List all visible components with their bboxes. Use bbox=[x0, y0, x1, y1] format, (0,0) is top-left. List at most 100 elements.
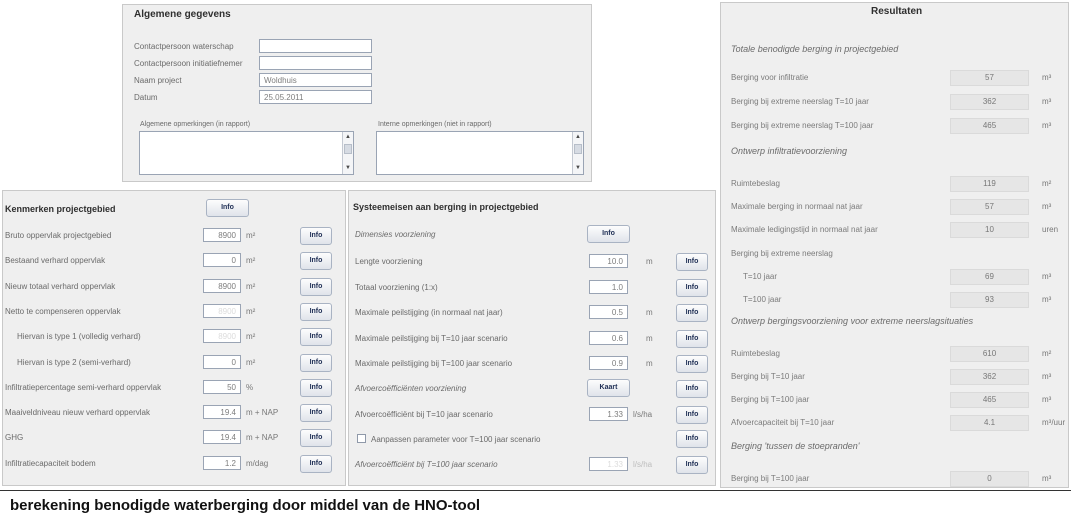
date-input[interactable]: 25.05.2011 bbox=[259, 90, 372, 104]
system-row-unit: m bbox=[646, 334, 653, 343]
results-row-unit: m³ bbox=[1042, 73, 1052, 82]
runoff10-input[interactable]: 1.33 bbox=[589, 407, 628, 421]
scroll-up-icon[interactable]: ▲ bbox=[574, 133, 582, 142]
project-row-input[interactable]: 50 bbox=[203, 380, 241, 394]
general-label-date: Datum bbox=[134, 93, 158, 102]
project-row-input[interactable]: 8900 bbox=[203, 228, 241, 242]
scroll-down-icon[interactable]: ▼ bbox=[344, 164, 352, 173]
system-row-info-button[interactable]: Info bbox=[676, 279, 708, 297]
project-row-label: Bestaand verhard oppervlak bbox=[5, 256, 106, 265]
runoff-info-button[interactable]: Info bbox=[676, 380, 708, 398]
project-row-info-button[interactable]: Info bbox=[300, 429, 332, 447]
project-row-label: Maaiveldniveau nieuw verhard oppervlak bbox=[5, 408, 150, 417]
system-title: Systeemeisen aan berging in projectgebie… bbox=[353, 202, 539, 212]
results-row-value: 119 bbox=[950, 176, 1029, 192]
project-row-input[interactable]: 19.4 bbox=[203, 405, 241, 419]
remarks-internal-textarea[interactable]: ▲ ▼ bbox=[376, 131, 584, 175]
results-group-heading: Ontwerp infiltratievoorziening bbox=[731, 146, 848, 156]
dimension-info-button[interactable]: Info bbox=[587, 225, 630, 243]
project-row-input[interactable]: 8900 bbox=[203, 279, 241, 293]
system-row-info-button[interactable]: Info bbox=[676, 330, 708, 348]
project-row-info-button[interactable]: Info bbox=[300, 404, 332, 422]
project-row-info-button[interactable]: Info bbox=[300, 328, 332, 346]
project-row-label: Bruto oppervlak projectgebied bbox=[5, 231, 112, 240]
project-row-label: Nieuw totaal verhard oppervlak bbox=[5, 282, 116, 291]
remarks-report-scrollbar[interactable]: ▲ ▼ bbox=[342, 132, 353, 174]
project-row-input[interactable]: 0 bbox=[203, 355, 241, 369]
results-row-label: Berging bij T=100 jaar bbox=[731, 395, 810, 404]
project-row-info-button[interactable]: Info bbox=[300, 354, 332, 372]
system-row-label: Maximale peilstijging bij T=100 jaar sce… bbox=[355, 359, 513, 368]
system-row-info-button[interactable]: Info bbox=[676, 253, 708, 271]
project-row-unit: m² bbox=[246, 256, 256, 265]
system-row-input[interactable]: 10.0 bbox=[589, 254, 628, 268]
adjust-t100-info-button[interactable]: Info bbox=[676, 430, 708, 448]
project-row-unit: m² bbox=[246, 231, 256, 240]
contact-initiatiefnemer-input[interactable] bbox=[259, 56, 372, 70]
caption-bar: berekening benodigde waterberging door m… bbox=[0, 490, 1071, 517]
project-row-info-button[interactable]: Info bbox=[300, 227, 332, 245]
project-row-unit: m² bbox=[246, 358, 256, 367]
results-row-unit: m³ bbox=[1042, 272, 1052, 281]
project-info-button[interactable]: Info bbox=[206, 199, 249, 217]
results-row-unit: m³ bbox=[1042, 372, 1052, 381]
system-row-label: Maximale peilstijging (in normaal nat ja… bbox=[355, 308, 503, 317]
project-row-info-button[interactable]: Info bbox=[300, 379, 332, 397]
scroll-thumb[interactable] bbox=[344, 144, 352, 154]
results-title: Resultaten bbox=[871, 6, 923, 17]
project-row-info-button[interactable]: Info bbox=[300, 278, 332, 296]
project-row-input[interactable]: 8900 bbox=[203, 304, 241, 318]
project-row-info-button[interactable]: Info bbox=[300, 252, 332, 270]
results-row-label: Maximale berging in normaal nat jaar bbox=[731, 202, 863, 211]
project-row-unit: m/dag bbox=[246, 459, 269, 468]
system-row-input[interactable]: 0.5 bbox=[589, 305, 628, 319]
runoff10-info-button[interactable]: Info bbox=[676, 406, 708, 424]
project-row-unit: m + NAP bbox=[246, 408, 279, 417]
caption-text: berekening benodigde waterberging door m… bbox=[10, 497, 481, 514]
scroll-down-icon[interactable]: ▼ bbox=[574, 164, 582, 173]
results-row-label: Berging bij T=100 jaar bbox=[731, 474, 810, 483]
results-row-label: T=100 jaar bbox=[743, 295, 782, 304]
general-label-project: Naam project bbox=[134, 76, 182, 85]
results-row-label: Berging bij extreme neerslag T=100 jaar bbox=[731, 121, 874, 130]
system-row-input[interactable]: 1.0 bbox=[589, 280, 628, 294]
project-row-input[interactable]: 8900 bbox=[203, 329, 241, 343]
project-row-input[interactable]: 0 bbox=[203, 253, 241, 267]
runoff100-unit: l/s/ha bbox=[633, 460, 653, 469]
adjust-t100-label: Aanpassen parameter voor T=100 jaar scen… bbox=[371, 435, 541, 444]
project-row-unit: m + NAP bbox=[246, 433, 279, 442]
project-title: Kenmerken projectgebied bbox=[5, 204, 116, 214]
scroll-thumb[interactable] bbox=[574, 144, 582, 154]
contact-waterschap-input[interactable] bbox=[259, 39, 372, 53]
project-row-info-button[interactable]: Info bbox=[300, 455, 332, 473]
system-row-input[interactable]: 0.9 bbox=[589, 356, 628, 370]
general-title: Algemene gegevens bbox=[134, 9, 231, 20]
project-row-unit: m² bbox=[246, 307, 256, 316]
dimension-label: Dimensies voorziening bbox=[355, 230, 436, 239]
remarks-internal-scrollbar[interactable]: ▲ ▼ bbox=[572, 132, 583, 174]
results-row-label: T=10 jaar bbox=[743, 272, 778, 281]
remarks-report-textarea[interactable]: ▲ ▼ bbox=[139, 131, 354, 175]
scroll-up-icon[interactable]: ▲ bbox=[344, 133, 352, 142]
system-row-info-button[interactable]: Info bbox=[676, 304, 708, 322]
results-row-unit: m³ bbox=[1042, 395, 1052, 404]
remarks-internal-label: Interne opmerkingen (niet in rapport) bbox=[378, 121, 492, 128]
results-row-value: 362 bbox=[950, 94, 1029, 110]
runoff100-input[interactable]: 1.33 bbox=[589, 457, 628, 471]
runoff100-info-button[interactable]: Info bbox=[676, 456, 708, 474]
results-row-unit: m³ bbox=[1042, 474, 1052, 483]
runoff-label: Afvoercoëfficiënten voorziening bbox=[355, 384, 467, 393]
results-row-unit: m³ bbox=[1042, 121, 1052, 130]
adjust-t100-checkbox[interactable] bbox=[357, 434, 366, 443]
system-row-info-button[interactable]: Info bbox=[676, 355, 708, 373]
project-row-input[interactable]: 1.2 bbox=[203, 456, 241, 470]
system-row-input[interactable]: 0.6 bbox=[589, 331, 628, 345]
project-row-unit: m² bbox=[246, 332, 256, 341]
results-row-value: 10 bbox=[950, 222, 1029, 238]
results-row-value: 93 bbox=[950, 292, 1029, 308]
project-row-info-button[interactable]: Info bbox=[300, 303, 332, 321]
kaart-button[interactable]: Kaart bbox=[587, 379, 630, 397]
project-name-input[interactable]: Woldhuis bbox=[259, 73, 372, 87]
project-row-label: Infiltratiepercentage semi-verhard opper… bbox=[5, 383, 162, 392]
project-row-input[interactable]: 19.4 bbox=[203, 430, 241, 444]
